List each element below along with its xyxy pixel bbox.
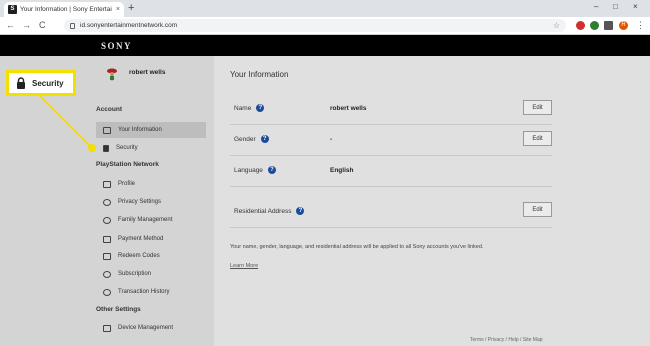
screenshot-frame: S Your Information | Sony Entertai × + –…	[0, 0, 650, 346]
sidebar-item-label: Profile	[118, 181, 136, 187]
help-icon[interactable]: ?	[296, 207, 305, 215]
row-divider	[230, 186, 552, 187]
edit-gender-button[interactable]: Edit	[523, 131, 552, 146]
section-other-settings: Other Settings	[96, 306, 141, 313]
sidebar-item-redeem-codes[interactable]: Redeem Codes	[96, 248, 206, 264]
sidebar-item-profile[interactable]: Profile	[96, 176, 206, 192]
sidebar-user-name: robert wells	[129, 69, 166, 76]
sony-header: SONY	[0, 35, 650, 56]
sidebar-item-label: Transaction History	[118, 289, 170, 295]
sidebar-item-label: Payment Method	[118, 236, 164, 242]
puzzle-extensions-icon[interactable]	[604, 21, 613, 30]
main-panel	[214, 56, 650, 346]
menu-kebab-icon[interactable]: ⋮	[636, 20, 645, 31]
sidebar-item-your-information[interactable]: Your Information	[96, 122, 206, 138]
lock-icon	[103, 144, 109, 152]
clock-icon	[103, 288, 111, 296]
residential-address-label: Residential Address ?	[234, 207, 305, 215]
profile-icon	[103, 180, 111, 188]
learn-more-link[interactable]: Learn More	[230, 263, 258, 269]
language-label: Language ?	[234, 166, 276, 174]
maximize-button[interactable]: □	[613, 2, 618, 11]
sidebar-item-payment-method[interactable]: Payment Method	[96, 231, 206, 247]
section-playstation-network: PlayStation Network	[96, 161, 159, 168]
field-label: Residential Address	[234, 207, 292, 215]
row-divider	[230, 155, 552, 156]
device-icon	[103, 324, 111, 332]
id-card-icon	[103, 126, 111, 134]
sidebar-item-label: Family Management	[118, 217, 173, 223]
help-icon[interactable]: ?	[256, 104, 265, 112]
page-title: Your Information	[230, 70, 289, 79]
name-value: robert wells	[330, 105, 367, 112]
field-label: Language	[234, 166, 263, 174]
sidebar-item-device-management[interactable]: Device Management	[96, 320, 206, 336]
family-icon	[103, 216, 111, 224]
sidebar-item-transaction-history[interactable]: Transaction History	[96, 284, 206, 300]
forward-button[interactable]: →	[22, 20, 31, 31]
sidebar-item-label: Security	[116, 145, 138, 151]
window-close-button[interactable]: ×	[633, 2, 638, 11]
credit-card-icon	[103, 235, 111, 243]
field-label: Gender	[234, 135, 256, 143]
callout-label: Security	[32, 78, 64, 88]
gift-icon	[103, 252, 111, 260]
browser-tab-bar: S Your Information | Sony Entertai × + –…	[0, 0, 650, 17]
tab-close-icon[interactable]: ×	[116, 6, 120, 13]
bookmark-star-icon[interactable]: ☆	[553, 21, 560, 30]
sidebar-item-label: Your Information	[118, 127, 162, 133]
extension-icon[interactable]	[576, 21, 585, 30]
subscription-icon	[103, 270, 111, 278]
lock-icon	[17, 77, 25, 89]
gender-value: -	[330, 136, 333, 143]
new-tab-button[interactable]: +	[128, 3, 134, 14]
gender-label: Gender ?	[234, 135, 269, 143]
browser-toolbar: ← → C id.sonyentertainmentnetwork.com ☆ …	[0, 17, 650, 35]
sidebar-item-label: Device Management	[118, 325, 174, 331]
sony-logo[interactable]: SONY	[101, 41, 132, 51]
field-label: Name	[234, 104, 252, 112]
address-bar[interactable]: id.sonyentertainmentnetwork.com ☆	[64, 19, 566, 32]
browser-tab[interactable]: S Your Information | Sony Entertai ×	[4, 2, 124, 17]
sidebar-item-family-management[interactable]: Family Management	[96, 212, 206, 228]
reload-button[interactable]: C	[39, 20, 46, 31]
tab-title: Your Information | Sony Entertai	[20, 6, 112, 13]
linked-accounts-note: Your name, gender, language, and residen…	[230, 244, 484, 250]
edit-address-button[interactable]: Edit	[523, 202, 552, 217]
sidebar-item-privacy-settings[interactable]: Privacy Settings	[96, 194, 206, 210]
help-icon[interactable]: ?	[267, 166, 276, 174]
sidebar-item-subscription[interactable]: Subscription	[96, 266, 206, 282]
sidebar-item-label: Subscription	[118, 271, 152, 277]
edit-name-button[interactable]: Edit	[523, 100, 552, 115]
sidebar-item-label: Privacy Settings	[118, 199, 162, 205]
address-url: id.sonyentertainmentnetwork.com	[80, 22, 178, 29]
secure-lock-icon	[70, 22, 75, 29]
security-callout: Security	[6, 70, 76, 96]
user-avatar	[107, 68, 117, 81]
footer-links[interactable]: Terms / Privacy / Help / Site Map	[470, 337, 543, 343]
row-divider	[230, 124, 552, 125]
profile-avatar-button[interactable]: R	[619, 21, 628, 30]
language-value: English	[330, 167, 354, 174]
back-button[interactable]: ←	[6, 20, 15, 31]
help-icon[interactable]: ?	[260, 135, 269, 143]
privacy-icon	[103, 198, 111, 206]
minimize-button[interactable]: –	[594, 2, 598, 11]
sidebar-item-security[interactable]: Security	[96, 140, 206, 156]
row-divider	[230, 227, 552, 228]
sidebar-item-label: Redeem Codes	[118, 253, 160, 259]
name-label: Name ?	[234, 104, 265, 112]
grammarly-extension-icon[interactable]	[590, 21, 599, 30]
section-account: Account	[96, 106, 122, 113]
sony-favicon-icon: S	[8, 5, 17, 14]
